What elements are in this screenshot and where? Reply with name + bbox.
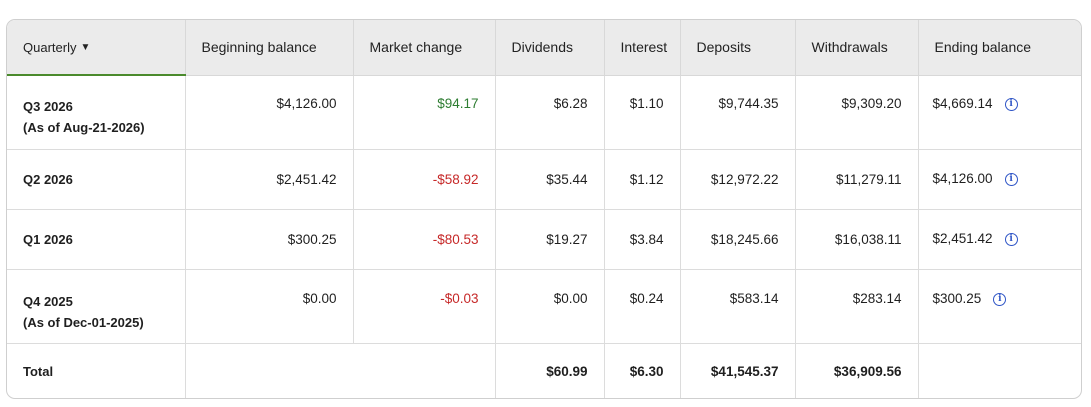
cell-interest: $0.24 — [604, 269, 681, 345]
cell-dividends: $6.28 — [495, 75, 605, 150]
cell-withdrawals: $11,279.11 — [795, 149, 919, 210]
column-header-ending-balance: Ending balance — [918, 20, 1081, 76]
cell-deposits: $18,245.66 — [680, 209, 796, 271]
cell-beginning-balance: $300.25 — [185, 209, 354, 271]
column-header-market-change: Market change — [353, 20, 496, 76]
cell-interest: $1.10 — [604, 75, 681, 150]
cell-dividends: $35.44 — [495, 149, 605, 210]
column-header-dividends: Dividends — [495, 20, 605, 76]
cell-deposits: $9,744.35 — [680, 75, 796, 150]
total-row: Total $60.99 $6.30 $41,545.37 $36,909.56 — [7, 343, 1081, 398]
column-header-interest: Interest — [604, 20, 681, 76]
balance-summary-table: Quarterly ▼ Beginning balance Market chan… — [7, 20, 1081, 398]
total-label: Total — [7, 343, 186, 398]
column-header-deposits: Deposits — [680, 20, 796, 76]
table-row: Q3 2026 (As of Aug-21-2026) $4,126.00 $9… — [7, 75, 1081, 150]
cell-interest: $1.12 — [604, 149, 681, 210]
cell-dividends: $0.00 — [495, 269, 605, 345]
table-header: Quarterly ▼ Beginning balance Market chan… — [7, 20, 1081, 76]
total-withdrawals: $36,909.56 — [795, 343, 919, 398]
ending-balance-value: $4,126.00 — [932, 170, 993, 186]
table-row: Q1 2026 $300.25 -$80.53 $19.27 $3.84 $18… — [7, 209, 1081, 271]
row-period: Q1 2026 — [7, 209, 186, 271]
period-sort-label: Quarterly — [23, 39, 77, 55]
cell-withdrawals: $9,309.20 — [795, 75, 919, 150]
balance-summary-table-container: Quarterly ▼ Beginning balance Market chan… — [6, 19, 1082, 399]
total-ending-empty-cell — [918, 344, 1081, 398]
caret-down-icon: ▼ — [80, 41, 91, 53]
cell-deposits: $583.14 — [680, 269, 796, 345]
info-icon[interactable]: i — [1004, 232, 1018, 246]
table-row: Q4 2025 (As of Dec-01-2025) $0.00 -$0.03… — [7, 269, 1081, 345]
table-body: Q3 2026 (As of Aug-21-2026) $4,126.00 $9… — [7, 75, 1081, 398]
period-label: Q2 2026 — [23, 171, 73, 187]
period-sort-dropdown[interactable]: Quarterly ▼ — [7, 20, 186, 76]
total-dividends: $60.99 — [495, 343, 605, 398]
cell-interest: $3.84 — [604, 209, 681, 271]
column-header-beginning-balance: Beginning balance — [185, 20, 354, 76]
cell-ending-balance: $300.25 i — [918, 269, 1081, 345]
row-period: Q3 2026 (As of Aug-21-2026) — [7, 75, 186, 150]
cell-market-change: $94.17 — [353, 75, 496, 150]
cell-beginning-balance: $2,451.42 — [185, 149, 354, 210]
cell-ending-balance: $4,126.00 i — [918, 149, 1081, 210]
info-icon[interactable]: i — [1004, 97, 1018, 111]
ending-balance-value: $2,451.42 — [932, 230, 993, 246]
total-interest: $6.30 — [604, 343, 681, 398]
table-row: Q2 2026 $2,451.42 -$58.92 $35.44 $1.12 $… — [7, 149, 1081, 210]
cell-ending-balance: $2,451.42 i — [918, 209, 1081, 271]
cell-dividends: $19.27 — [495, 209, 605, 271]
cell-market-change: -$0.03 — [353, 269, 496, 345]
cell-ending-balance: $4,669.14 i — [918, 75, 1081, 150]
ending-balance-value: $300.25 — [932, 291, 982, 307]
period-label: Q4 2025 — [23, 294, 73, 310]
ending-balance-value: $4,669.14 — [932, 95, 993, 111]
info-icon[interactable]: i — [993, 293, 1007, 307]
row-period: Q2 2026 — [7, 149, 186, 210]
cell-beginning-balance: $4,126.00 — [185, 75, 354, 150]
cell-withdrawals: $16,038.11 — [795, 209, 919, 271]
row-period: Q4 2025 (As of Dec-01-2025) — [7, 269, 186, 345]
column-header-withdrawals: Withdrawals — [795, 20, 919, 76]
period-label: Q3 2026 — [23, 99, 73, 114]
total-empty-cell — [185, 343, 496, 398]
info-icon[interactable]: i — [1004, 172, 1018, 186]
cell-deposits: $12,972.22 — [680, 149, 796, 210]
cell-market-change: -$80.53 — [353, 209, 496, 271]
period-as-of: (As of Dec-01-2025) — [23, 315, 144, 331]
cell-withdrawals: $283.14 — [795, 269, 919, 345]
period-label: Q1 2026 — [23, 231, 73, 247]
period-as-of: (As of Aug-21-2026) — [23, 120, 145, 135]
cell-beginning-balance: $0.00 — [185, 269, 354, 345]
total-deposits: $41,545.37 — [680, 343, 796, 398]
cell-market-change: -$58.92 — [353, 149, 496, 210]
